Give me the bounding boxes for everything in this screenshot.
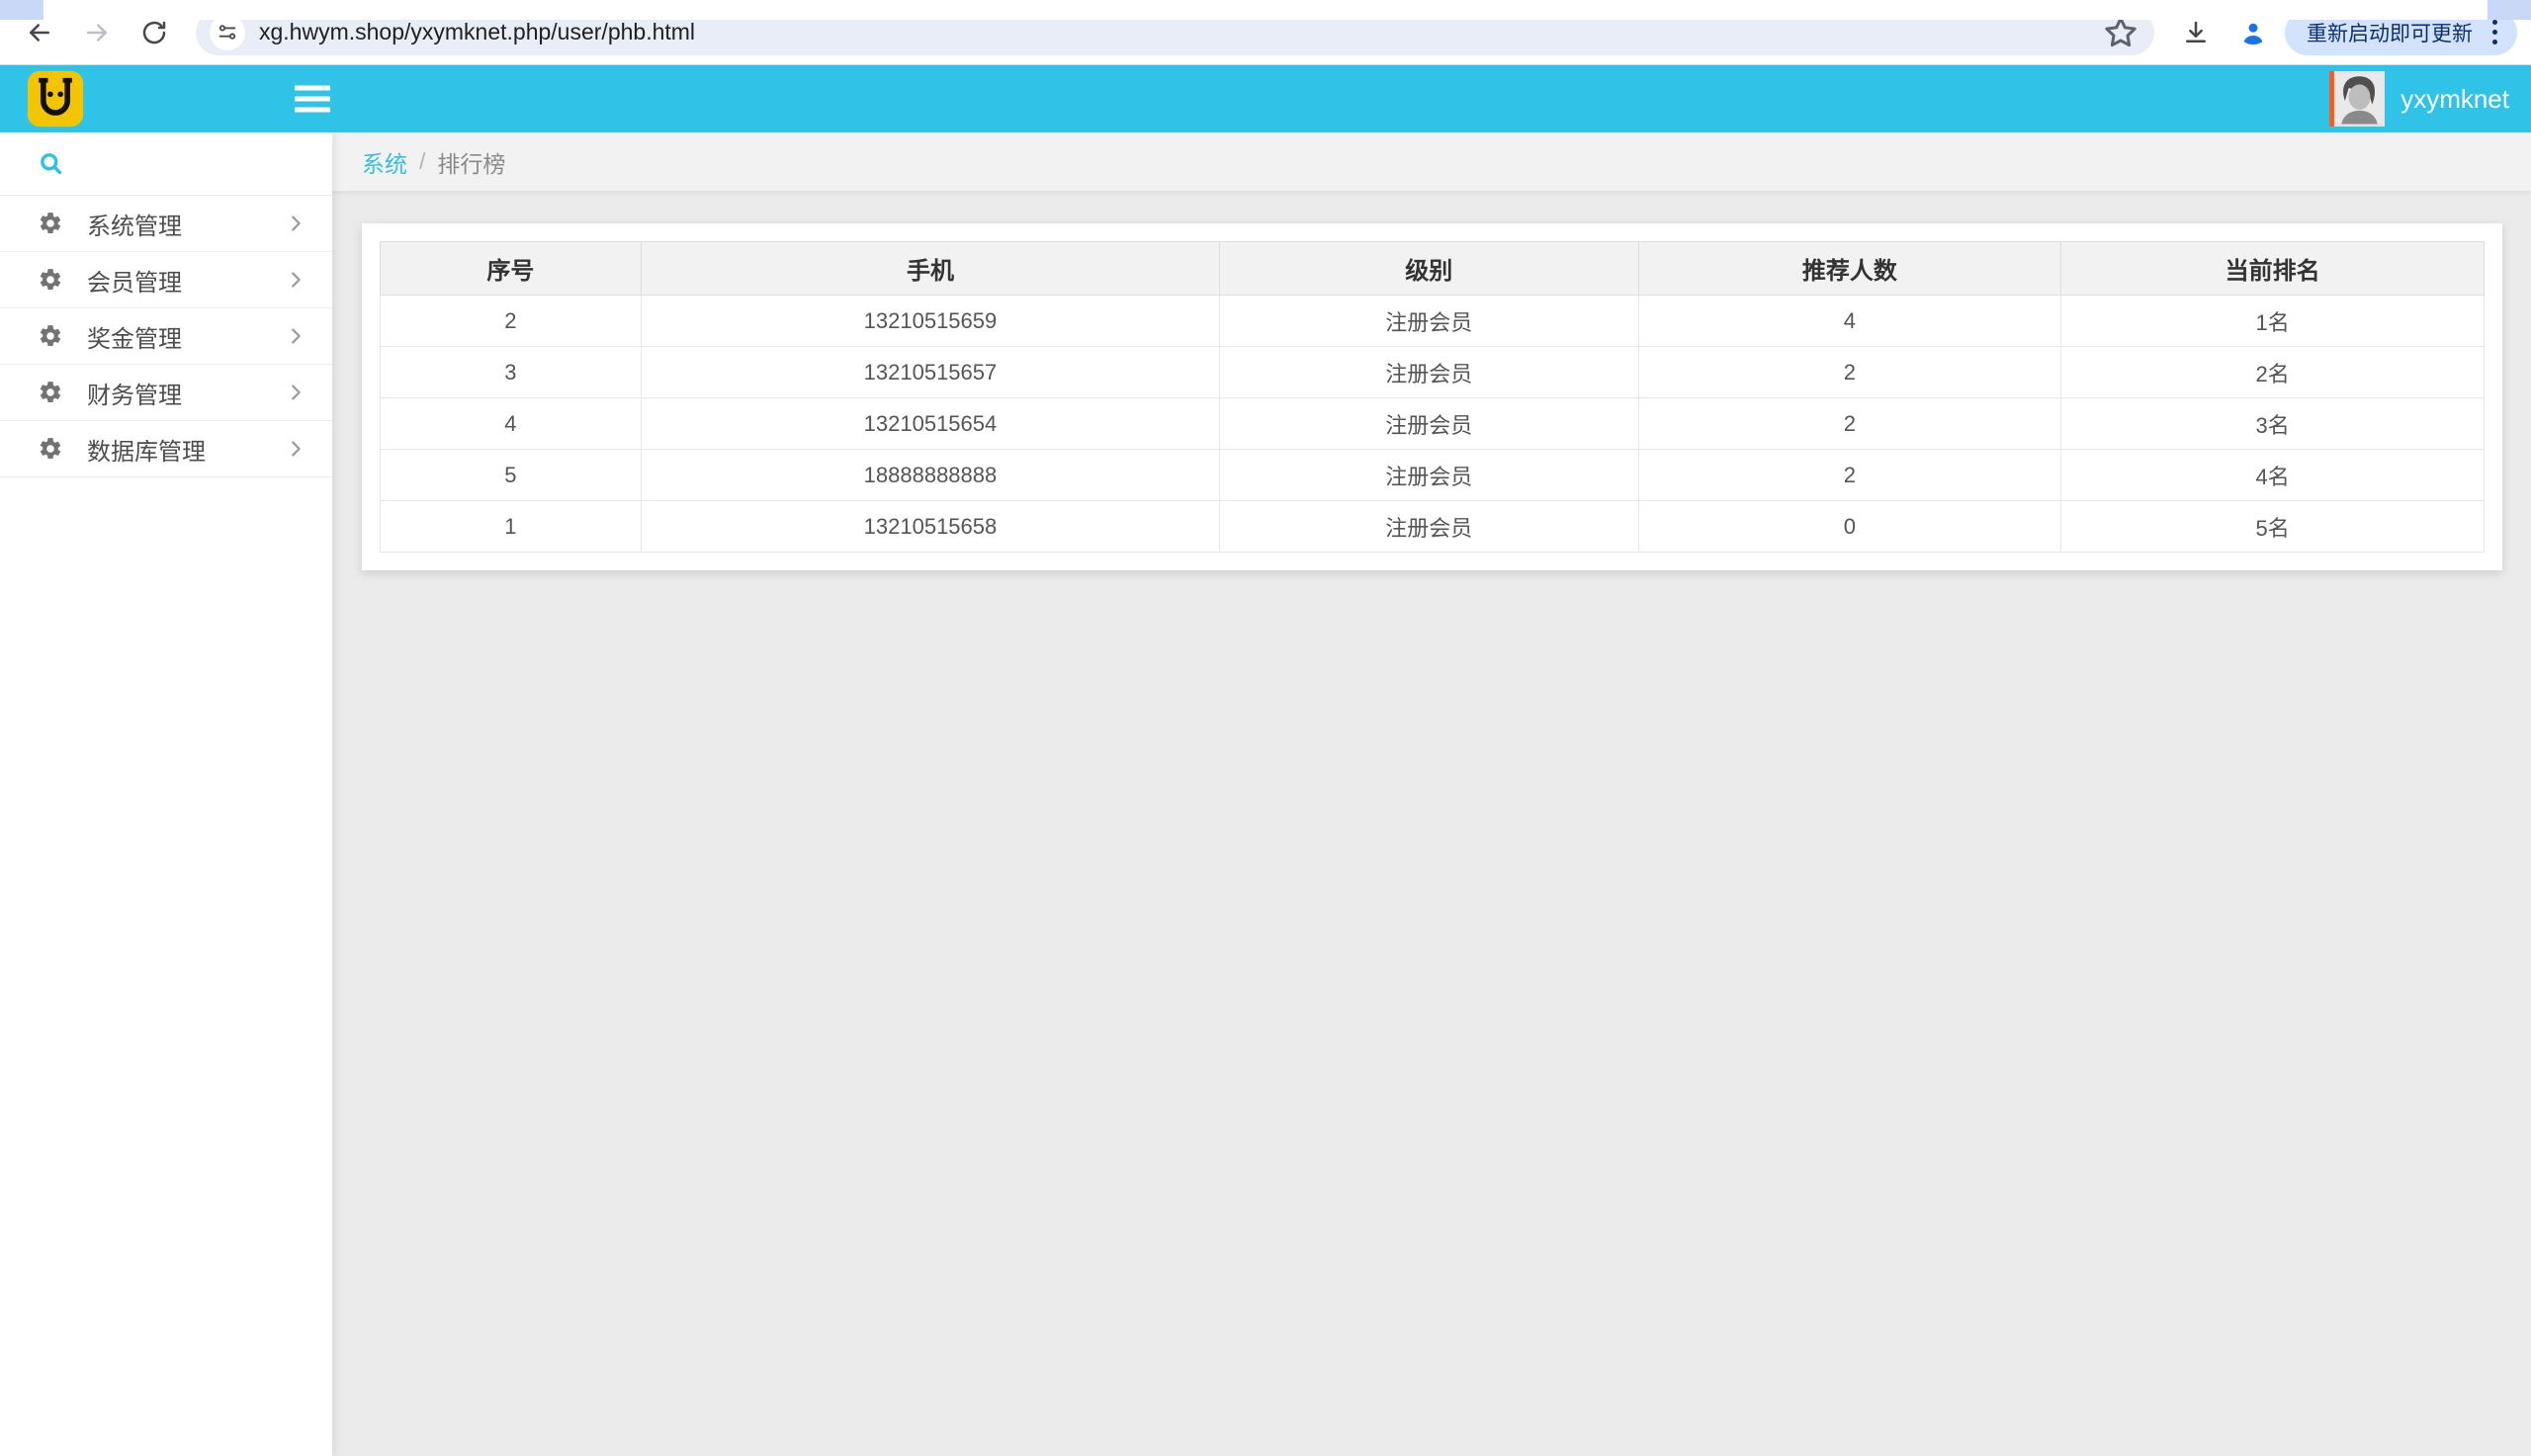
table-cell: 2 bbox=[381, 296, 642, 347]
sidebar: 系统管理 会员管理 奖金管理 财务管理 数据库管理 bbox=[0, 132, 332, 1456]
table-cell: 3 bbox=[381, 347, 642, 398]
table-cell: 注册会员 bbox=[1220, 450, 1638, 501]
sidebar-item-label: 数据库管理 bbox=[87, 432, 285, 467]
table-cell: 13210515659 bbox=[641, 296, 1219, 347]
app-logo[interactable] bbox=[26, 69, 85, 128]
profile-icon bbox=[2238, 18, 2268, 47]
breadcrumb-section-link[interactable]: 系统 bbox=[362, 145, 407, 179]
sidebar-item-label: 会员管理 bbox=[87, 263, 285, 298]
sidebar-item-1[interactable]: 系统管理 bbox=[0, 196, 332, 252]
table-body: 213210515659注册会员41名313210515657注册会员22名41… bbox=[381, 296, 2485, 553]
table-cell: 13210515654 bbox=[641, 398, 1219, 450]
table-cell: 13210515658 bbox=[641, 501, 1219, 553]
table-cell: 2名 bbox=[2061, 347, 2485, 398]
table-cell: 0 bbox=[1638, 501, 2061, 553]
sidebar-search[interactable] bbox=[0, 132, 332, 196]
content-area: 系统 / 排行榜 序号手机级别推荐人数当前排名 213210515659注册会员… bbox=[332, 132, 2531, 1456]
table-cell: 1名 bbox=[2061, 296, 2485, 347]
gear-icon bbox=[38, 267, 63, 293]
back-icon bbox=[25, 18, 54, 47]
table-row: 518888888888注册会员24名 bbox=[381, 450, 2485, 501]
search-icon bbox=[38, 150, 64, 177]
reload-icon bbox=[139, 18, 169, 47]
table-cell: 18888888888 bbox=[641, 450, 1219, 501]
browser-update-label: 重新启动即可更新 bbox=[2307, 18, 2473, 47]
site-settings-icon bbox=[217, 22, 238, 43]
forward-icon bbox=[82, 18, 112, 47]
column-header-1: 序号 bbox=[381, 242, 642, 296]
chevron-right-icon bbox=[285, 269, 306, 291]
chevron-right-icon bbox=[285, 325, 306, 347]
table-cell: 2 bbox=[1638, 347, 2061, 398]
table-header-row: 序号手机级别推荐人数当前排名 bbox=[381, 242, 2485, 296]
sidebar-item-label: 奖金管理 bbox=[87, 319, 285, 354]
breadcrumb: 系统 / 排行榜 bbox=[332, 132, 2531, 192]
table-cell: 1 bbox=[381, 501, 642, 553]
table-cell: 注册会员 bbox=[1220, 347, 1638, 398]
table-row: 113210515658注册会员05名 bbox=[381, 501, 2485, 553]
table-cell: 注册会员 bbox=[1220, 398, 1638, 450]
table-row: 213210515659注册会员41名 bbox=[381, 296, 2485, 347]
chevron-right-icon bbox=[285, 382, 306, 403]
table-cell: 注册会员 bbox=[1220, 501, 1638, 553]
table-cell: 注册会员 bbox=[1220, 296, 1638, 347]
sidebar-menu: 系统管理 会员管理 奖金管理 财务管理 数据库管理 bbox=[0, 196, 332, 477]
ranking-table: 序号手机级别推荐人数当前排名 213210515659注册会员41名313210… bbox=[380, 241, 2485, 553]
username: yxymknet bbox=[2400, 84, 2509, 115]
window-corner-left bbox=[0, 0, 44, 20]
table-cell: 2 bbox=[1638, 450, 2061, 501]
window-top-edge bbox=[0, 0, 2531, 20]
table-cell: 4 bbox=[381, 398, 642, 450]
page-body: 系统管理 会员管理 奖金管理 财务管理 数据库管理 bbox=[0, 132, 2531, 1456]
browser-menu-icon[interactable] bbox=[2487, 16, 2503, 48]
table-row: 413210515654注册会员23名 bbox=[381, 398, 2485, 450]
breadcrumb-separator: / bbox=[419, 148, 425, 175]
chevron-right-icon bbox=[285, 438, 306, 460]
table-cell: 5名 bbox=[2061, 501, 2485, 553]
window-corner-right bbox=[2487, 0, 2531, 20]
gear-icon bbox=[38, 380, 63, 405]
app-header: yxymknet bbox=[0, 65, 2531, 132]
download-icon bbox=[2181, 18, 2211, 47]
user-menu[interactable]: yxymknet bbox=[2329, 71, 2509, 127]
chevron-right-icon bbox=[285, 213, 306, 234]
table-cell: 4 bbox=[1638, 296, 2061, 347]
avatar bbox=[2329, 71, 2385, 127]
table-cell: 13210515657 bbox=[641, 347, 1219, 398]
column-header-2: 手机 bbox=[641, 242, 1219, 296]
table-cell: 4名 bbox=[2061, 450, 2485, 501]
table-cell: 3名 bbox=[2061, 398, 2485, 450]
sidebar-item-2[interactable]: 会员管理 bbox=[0, 252, 332, 308]
sidebar-item-5[interactable]: 数据库管理 bbox=[0, 421, 332, 477]
ranking-card: 序号手机级别推荐人数当前排名 213210515659注册会员41名313210… bbox=[362, 223, 2502, 570]
browser-window: xg.hwym.shop/yxymknet.php/user/phb.html … bbox=[0, 0, 2531, 1456]
sidebar-item-label: 系统管理 bbox=[87, 207, 285, 241]
table-cell: 5 bbox=[381, 450, 642, 501]
sidebar-item-3[interactable]: 奖金管理 bbox=[0, 308, 332, 365]
browser-toolbar: xg.hwym.shop/yxymknet.php/user/phb.html … bbox=[0, 0, 2531, 65]
breadcrumb-current-page: 排行榜 bbox=[437, 145, 505, 179]
column-header-4: 推荐人数 bbox=[1638, 242, 2061, 296]
gear-icon bbox=[38, 436, 63, 462]
sidebar-item-label: 财务管理 bbox=[87, 376, 285, 410]
column-header-5: 当前排名 bbox=[2061, 242, 2485, 296]
gear-icon bbox=[38, 211, 63, 236]
gear-icon bbox=[38, 323, 63, 349]
column-header-3: 级别 bbox=[1220, 242, 1638, 296]
sidebar-toggle-button[interactable] bbox=[289, 80, 336, 119]
table-row: 313210515657注册会员22名 bbox=[381, 347, 2485, 398]
table-cell: 2 bbox=[1638, 398, 2061, 450]
url-text[interactable]: xg.hwym.shop/yxymknet.php/user/phb.html bbox=[259, 19, 2101, 45]
sidebar-item-4[interactable]: 财务管理 bbox=[0, 365, 332, 421]
